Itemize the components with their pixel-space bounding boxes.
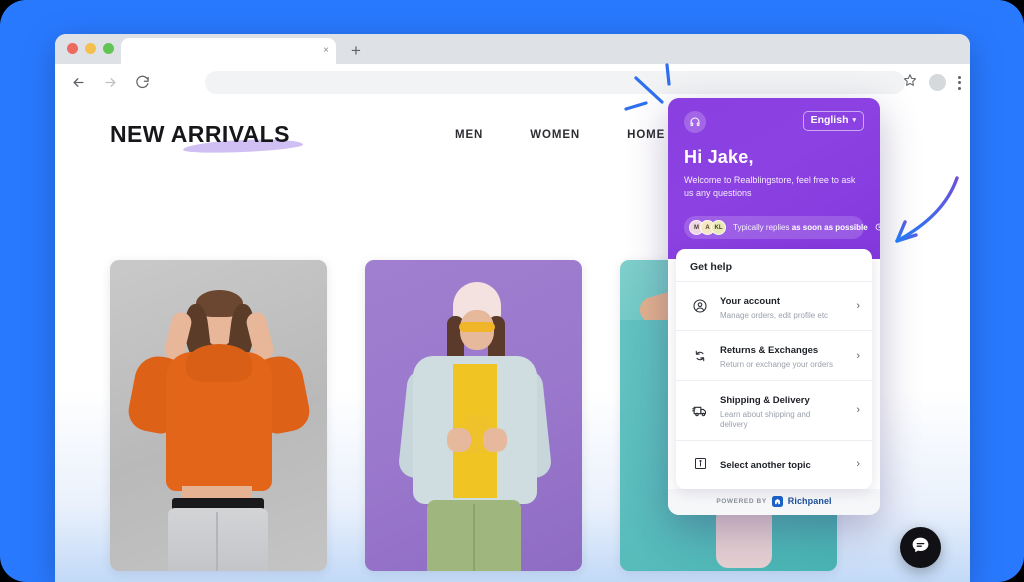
main-navigation: MEN WOMEN HOME & L bbox=[455, 129, 691, 141]
widget-header: English ▾ Hi Jake, Welcome to Realblings… bbox=[668, 98, 880, 260]
help-item-select-another-topic[interactable]: Select another topic › bbox=[676, 439, 872, 487]
new-tab-button[interactable]: + bbox=[347, 42, 365, 60]
reload-icon[interactable] bbox=[129, 70, 155, 96]
help-item-returns-exchanges[interactable]: Returns & Exchanges Return or exchange y… bbox=[676, 330, 872, 379]
product-image-hoodies bbox=[110, 260, 327, 571]
back-arrow-icon[interactable] bbox=[65, 70, 91, 96]
chevron-right-icon: › bbox=[856, 404, 860, 417]
window-traffic-lights bbox=[67, 43, 114, 54]
clock-icon bbox=[875, 223, 880, 233]
chevron-down-icon: ▾ bbox=[852, 116, 856, 124]
close-window-button[interactable] bbox=[67, 43, 78, 54]
powered-by-label: POWERED BY bbox=[716, 497, 767, 505]
help-item-text: Select another topic bbox=[720, 455, 840, 473]
browser-nav-buttons bbox=[55, 70, 155, 96]
reply-time-text: Typically replies as soon as possible bbox=[733, 223, 868, 232]
returns-exchange-icon bbox=[690, 346, 710, 366]
richpanel-logo-icon bbox=[771, 495, 783, 507]
star-icon[interactable] bbox=[903, 73, 917, 92]
maximize-window-button[interactable] bbox=[103, 43, 114, 54]
typical-reply-time-badge: M A KL Typically replies as soon as poss… bbox=[684, 216, 880, 240]
help-item-title: Shipping & Delivery bbox=[720, 394, 810, 406]
language-selector-button[interactable]: English ▾ bbox=[802, 111, 864, 131]
chat-launcher-button[interactable] bbox=[900, 527, 941, 568]
headset-icon bbox=[684, 111, 706, 133]
widget-welcome-message: Welcome to Realblingstore, feel free to … bbox=[684, 175, 856, 199]
help-item-shipping-delivery[interactable]: Shipping & Delivery Learn about shipping… bbox=[676, 379, 872, 440]
help-item-title: Returns & Exchanges bbox=[720, 345, 819, 357]
help-item-subtitle: Manage orders, edit profile etc bbox=[720, 311, 829, 321]
nav-item-men[interactable]: MEN bbox=[455, 129, 483, 141]
language-selector-label: English bbox=[810, 114, 849, 126]
browser-toolbar bbox=[55, 64, 970, 101]
product-card[interactable]: Coats & Parkas Explore Now! bbox=[365, 260, 582, 582]
get-help-heading: Get help bbox=[690, 261, 733, 274]
help-item-text: Shipping & Delivery Learn about shipping… bbox=[720, 390, 840, 431]
product-card[interactable]: Hoodies & Sweetshirt Explore Now! bbox=[110, 260, 327, 582]
chat-bubble-icon bbox=[910, 535, 931, 561]
minimize-window-button[interactable] bbox=[85, 43, 96, 54]
nav-item-women[interactable]: WOMEN bbox=[530, 129, 580, 141]
help-item-title: Select another topic bbox=[720, 459, 811, 471]
info-topic-icon bbox=[690, 454, 710, 474]
profile-avatar-icon[interactable] bbox=[929, 74, 946, 91]
widget-footer: POWERED BY Richpanel bbox=[668, 488, 880, 515]
richpanel-brand-name: Richpanel bbox=[787, 496, 832, 507]
browser-tab[interactable]: × bbox=[121, 38, 336, 64]
help-item-your-account[interactable]: Your account Manage orders, edit profile… bbox=[676, 281, 872, 330]
brand-text: NEW ARRIVALS bbox=[110, 121, 290, 147]
close-icon[interactable]: × bbox=[323, 46, 329, 56]
chevron-right-icon: › bbox=[856, 349, 860, 362]
help-item-text: Returns & Exchanges Return or exchange y… bbox=[720, 340, 840, 370]
agent-avatar-stack: M A KL bbox=[689, 220, 726, 236]
three-dot-menu-icon[interactable] bbox=[958, 75, 961, 90]
screenshot-canvas: × + NEW ARRIVALS MEN WOMEN HOME & L Engl… bbox=[0, 0, 1024, 582]
help-item-text: Your account Manage orders, edit profile… bbox=[720, 291, 840, 321]
address-bar[interactable] bbox=[205, 71, 905, 94]
browser-tab-strip: × + bbox=[55, 34, 970, 64]
richpanel-chat-widget: English ▾ Hi Jake, Welcome to Realblings… bbox=[668, 98, 880, 515]
get-help-card: Get help Your account Manage orders, edi… bbox=[676, 249, 872, 489]
shipping-truck-icon bbox=[690, 400, 710, 420]
reply-time-prefix: Typically replies bbox=[733, 223, 792, 233]
page-title: NEW ARRIVALS bbox=[110, 121, 304, 155]
browser-toolbar-right bbox=[903, 64, 961, 101]
widget-header-top-row: English ▾ bbox=[684, 111, 864, 133]
help-item-subtitle: Return or exchange your orders bbox=[720, 360, 833, 370]
forward-arrow-icon[interactable] bbox=[97, 70, 123, 96]
user-account-icon bbox=[690, 296, 710, 316]
help-item-title: Your account bbox=[720, 296, 780, 308]
product-image-coats bbox=[365, 260, 582, 571]
widget-greeting: Hi Jake, bbox=[684, 147, 754, 167]
chevron-right-icon: › bbox=[856, 300, 860, 313]
reply-time-highlight: as soon as possible bbox=[791, 223, 868, 233]
avatar: KL bbox=[711, 220, 726, 236]
help-item-subtitle: Learn about shipping and delivery bbox=[720, 409, 811, 430]
chevron-right-icon: › bbox=[856, 457, 860, 470]
